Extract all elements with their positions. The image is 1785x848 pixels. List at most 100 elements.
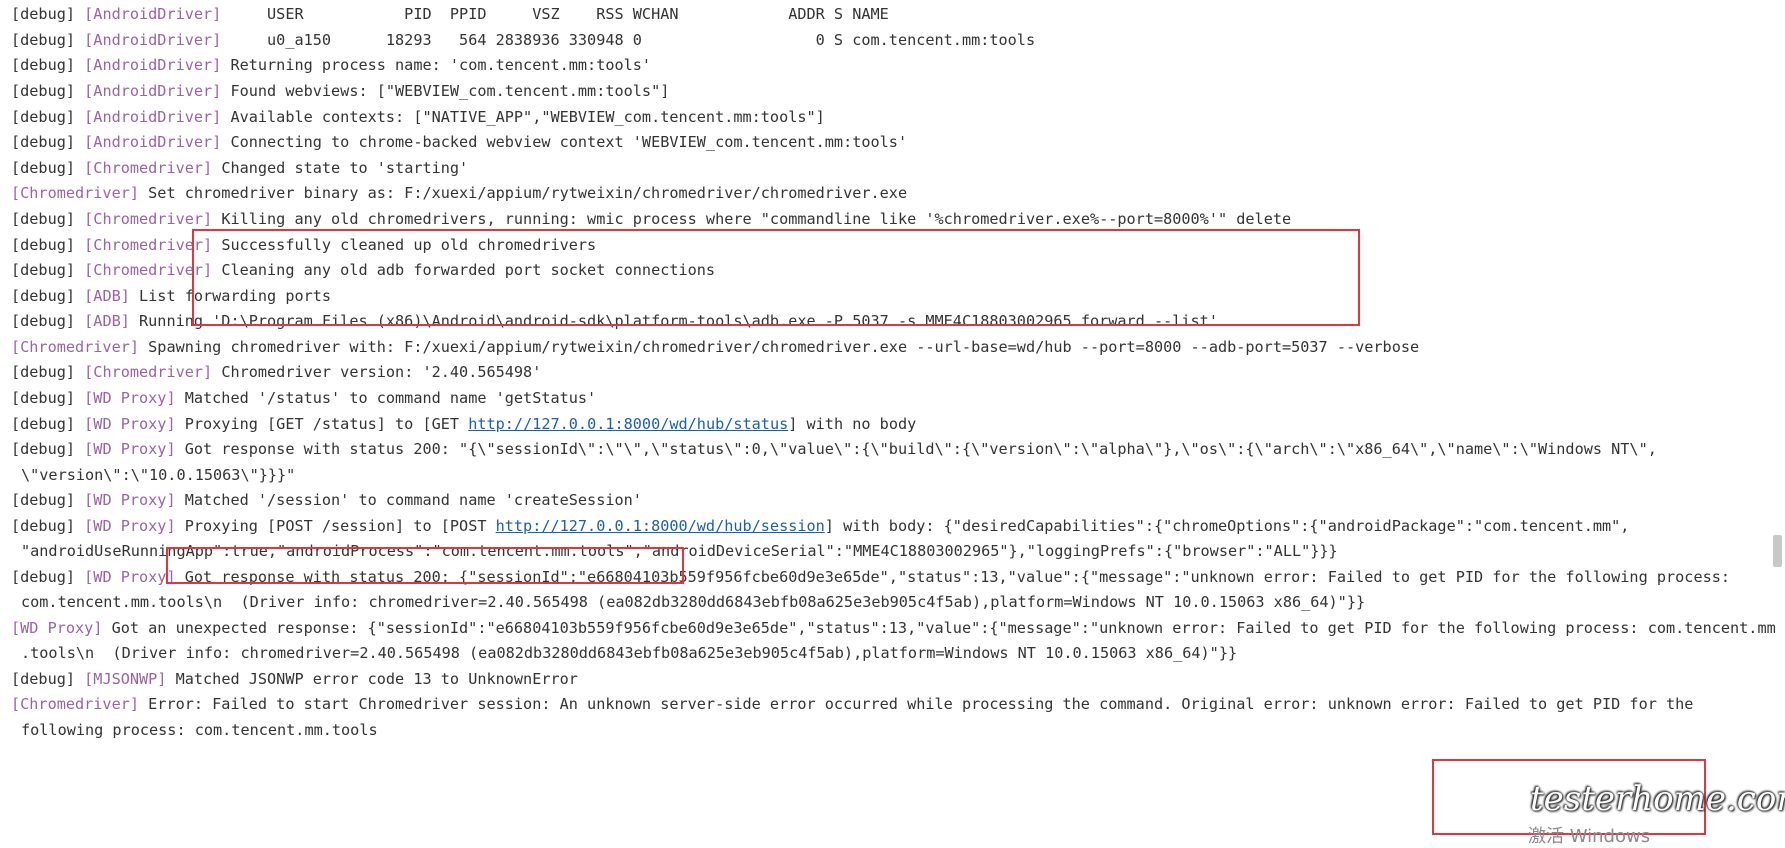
log-source-tag: [Chromedriver] xyxy=(84,159,213,177)
log-text: Killing any old chromedrivers, running: … xyxy=(212,210,1292,228)
log-text: [debug] xyxy=(11,415,85,433)
log-line-continuation: \"version\":\"10.0.15063\"}}}" xyxy=(21,465,295,485)
log-text: [debug] xyxy=(11,491,85,509)
log-source-tag: [WD Proxy] xyxy=(84,517,176,535)
log-line: [debug] [AndroidDriver] USER PID PPID VS… xyxy=(11,4,889,24)
log-line: [debug] [AndroidDriver] Found webviews: … xyxy=(11,81,669,101)
log-line: [debug] [Chromedriver] Successfully clea… xyxy=(11,235,596,255)
log-source-tag: [WD Proxy] xyxy=(84,440,176,458)
log-line: [debug] [Chromedriver] Killing any old c… xyxy=(11,209,1291,229)
log-line: [debug] [WD Proxy] Got response with sta… xyxy=(11,439,1657,459)
log-text: com.tencent.mm.tools\n (Driver info: chr… xyxy=(21,593,1366,611)
log-text: [debug] xyxy=(11,440,85,458)
log-line: [debug] [WD Proxy] Matched '/session' to… xyxy=(11,490,642,510)
log-text: [debug] xyxy=(11,31,85,49)
log-line: [Chromedriver] Set chromedriver binary a… xyxy=(11,183,907,203)
log-text: List forwarding ports xyxy=(129,287,332,305)
log-source-tag: [AndroidDriver] xyxy=(84,108,222,126)
log-text: [debug] xyxy=(11,236,85,254)
log-text: [debug] xyxy=(11,287,85,305)
log-text: Matched JSONWP error code 13 to UnknownE… xyxy=(166,670,578,688)
log-text: [debug] xyxy=(11,133,85,151)
log-text: u0_a150 18293 564 2838936 330948 0 0 S c… xyxy=(221,31,1036,49)
log-source-tag: [WD Proxy] xyxy=(84,389,176,407)
log-line: [debug] [Chromedriver] Cleaning any old … xyxy=(11,260,715,280)
log-line: [Chromedriver] Error: Failed to start Ch… xyxy=(11,694,1693,714)
log-text: [debug] xyxy=(11,312,85,330)
log-text: Proxying [GET /status] to [GET xyxy=(175,415,469,433)
log-line: [debug] [AndroidDriver] Available contex… xyxy=(11,107,825,127)
log-source-tag: [Chromedriver] xyxy=(11,338,140,356)
log-text: Available contexts: ["NATIVE_APP","WEBVI… xyxy=(221,108,825,126)
log-text: "androidUseRunningApp":true,"androidProc… xyxy=(21,542,1338,560)
log-text: Running 'D:\Program Files (x86)\Android\… xyxy=(129,312,1218,330)
log-source-tag: [AndroidDriver] xyxy=(84,133,222,151)
log-source-tag: [Chromedriver] xyxy=(84,363,213,381)
log-line: [debug] [Chromedriver] Changed state to … xyxy=(11,158,468,178)
log-text: .tools\n (Driver info: chromedriver=2.40… xyxy=(21,644,1238,662)
log-text: Connecting to chrome-backed webview cont… xyxy=(221,133,908,151)
url-link[interactable]: http://127.0.0.1:8000/wd/hub/status xyxy=(468,415,788,433)
log-text: Matched '/status' to command name 'getSt… xyxy=(175,389,597,407)
log-source-tag: [AndroidDriver] xyxy=(84,31,222,49)
log-text: [debug] xyxy=(11,5,85,23)
log-text: [debug] xyxy=(11,363,85,381)
log-text: Error: Failed to start Chromedriver sess… xyxy=(139,695,1694,713)
log-text: [debug] xyxy=(11,261,85,279)
log-text: [debug] xyxy=(11,108,85,126)
windows-activation-watermark: 激活 Windows xyxy=(1528,826,1651,847)
log-source-tag: [WD Proxy] xyxy=(84,415,176,433)
log-text: [debug] xyxy=(11,56,85,74)
log-line: [debug] [AndroidDriver] Connecting to ch… xyxy=(11,132,907,152)
log-line-continuation: following process: com.tencent.mm.tools xyxy=(21,720,378,740)
log-line-continuation: .tools\n (Driver info: chromedriver=2.40… xyxy=(21,643,1237,663)
log-source-tag: [MJSONWP] xyxy=(84,670,167,688)
log-text: ] with body: {"desiredCapabilities":{"ch… xyxy=(824,517,1630,535)
watermark-logo: testerhome.com xyxy=(1530,779,1785,819)
log-line: [debug] [WD Proxy] Matched '/status' to … xyxy=(11,388,596,408)
log-text: [debug] xyxy=(11,159,85,177)
log-text: Matched '/session' to command name 'crea… xyxy=(175,491,642,509)
log-text: \"version\":\"10.0.15063\"}}}" xyxy=(21,466,296,484)
log-line: [debug] [WD Proxy] Proxying [POST /sessi… xyxy=(11,516,1629,536)
console-log-output: [debug] [AndroidDriver] USER PID PPID VS… xyxy=(0,0,1776,842)
log-source-tag: [Chromedriver] xyxy=(84,261,213,279)
log-text: Set chromedriver binary as: F:/xuexi/app… xyxy=(139,184,908,202)
log-text: following process: com.tencent.mm.tools xyxy=(21,721,378,739)
log-text: Spawning chromedriver with: F:/xuexi/app… xyxy=(139,338,1420,356)
scrollbar-thumb[interactable] xyxy=(1773,535,1782,567)
log-text: Got response with status 200: "{\"sessio… xyxy=(175,440,1657,458)
log-text: ] with no body xyxy=(788,415,917,433)
url-link[interactable]: http://127.0.0.1:8000/wd/hub/session xyxy=(496,517,825,535)
log-text: Changed state to 'starting' xyxy=(212,159,469,177)
log-line: [debug] [WD Proxy] Proxying [GET /status… xyxy=(11,414,916,434)
log-text: Got response with status 200: {"sessionI… xyxy=(175,568,1731,586)
log-line: [debug] [WD Proxy] Got response with sta… xyxy=(11,567,1730,587)
log-line-continuation: com.tencent.mm.tools\n (Driver info: chr… xyxy=(21,592,1365,612)
log-source-tag: [AndroidDriver] xyxy=(84,5,222,23)
log-text: [debug] xyxy=(11,82,85,100)
log-text: Returning process name: 'com.tencent.mm:… xyxy=(221,56,652,74)
log-source-tag: [AndroidDriver] xyxy=(84,82,222,100)
log-text: Successfully cleaned up old chromedriver… xyxy=(212,236,597,254)
log-text: Proxying [POST /session] to [POST xyxy=(175,517,496,535)
log-line-continuation: "androidUseRunningApp":true,"androidProc… xyxy=(21,541,1338,561)
log-text: USER PID PPID VSZ RSS WCHAN ADDR S NAME xyxy=(221,5,889,23)
log-text: Cleaning any old adb forwarded port sock… xyxy=(212,261,716,279)
log-text: [debug] xyxy=(11,210,85,228)
log-source-tag: [WD Proxy] xyxy=(84,491,176,509)
log-line: [debug] [AndroidDriver] u0_a150 18293 56… xyxy=(11,30,1035,50)
log-source-tag: [ADB] xyxy=(84,312,130,330)
log-text: [debug] xyxy=(11,670,85,688)
log-line: [debug] [AndroidDriver] Returning proces… xyxy=(11,55,651,75)
log-text: Found webviews: ["WEBVIEW_com.tencent.mm… xyxy=(221,82,670,100)
log-source-tag: [Chromedriver] xyxy=(11,184,140,202)
log-line: [debug] [Chromedriver] Chromedriver vers… xyxy=(11,362,541,382)
log-source-tag: [WD Proxy] xyxy=(11,619,103,637)
log-line: [debug] [ADB] List forwarding ports xyxy=(11,286,331,306)
log-line: [Chromedriver] Spawning chromedriver wit… xyxy=(11,337,1419,357)
log-text: Chromedriver version: '2.40.565498' xyxy=(212,363,542,381)
log-text: [debug] xyxy=(11,568,85,586)
log-source-tag: [Chromedriver] xyxy=(84,236,213,254)
log-text: [debug] xyxy=(11,517,85,535)
